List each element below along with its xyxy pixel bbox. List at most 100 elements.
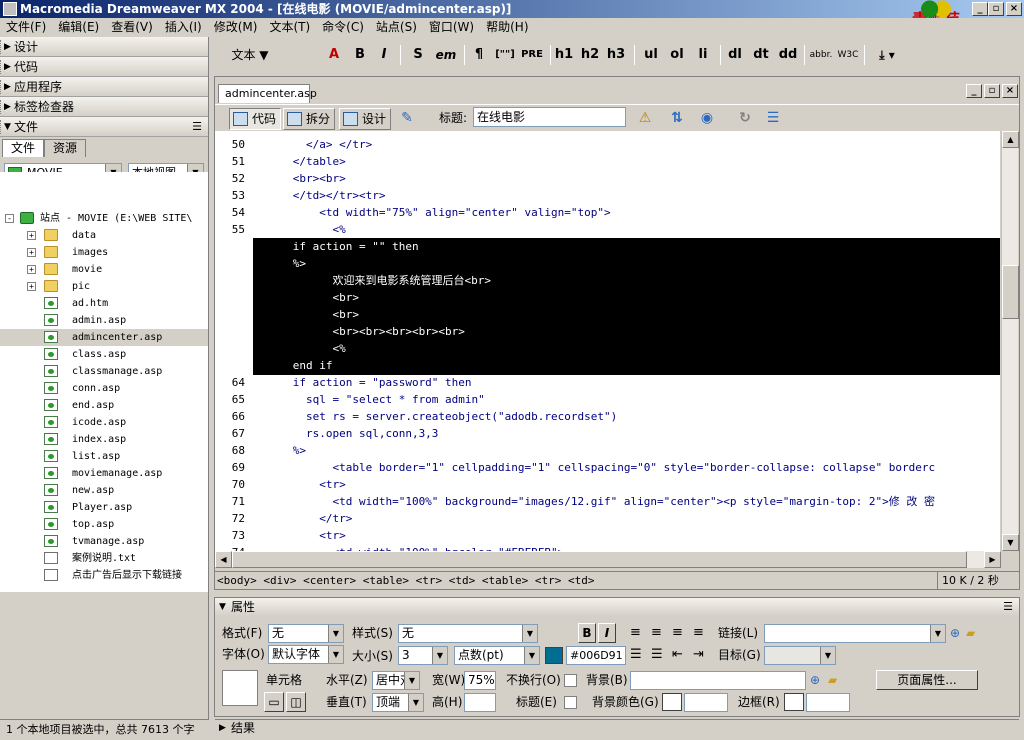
tree-item[interactable]: 案例说明.txt <box>0 550 208 567</box>
tree-item[interactable]: class.asp <box>0 346 208 363</box>
hscroll-thumb[interactable] <box>232 551 967 568</box>
border-color-swatch[interactable] <box>784 693 804 711</box>
menu-window[interactable]: 窗口(W) <box>423 18 480 37</box>
panel-options-icon[interactable]: ☰ <box>192 117 202 137</box>
document-tab[interactable]: admincenter.asp <box>218 84 317 103</box>
expand-icon[interactable]: + <box>27 282 36 291</box>
align-left-icon[interactable]: ≡ <box>630 623 641 643</box>
text-color-input[interactable]: #006D91 <box>566 646 626 665</box>
ordered-list-icon[interactable]: ☰ <box>651 645 663 665</box>
vertical-scrollbar[interactable]: ▲ ▼ <box>1001 131 1019 551</box>
panel-tag-inspector[interactable]: ▶ 标签检查器 <box>0 97 208 117</box>
link-input[interactable]: ▼ <box>764 624 946 643</box>
panel-files[interactable]: ▼ 文件 ☰ <box>0 117 208 137</box>
tree-item[interactable]: admin.asp <box>0 312 208 329</box>
tree-item[interactable]: end.asp <box>0 397 208 414</box>
tree-item[interactable]: 点击广告后显示下载链接 <box>0 567 208 584</box>
bold-button[interactable]: B <box>350 44 370 66</box>
panel-options-icon[interactable]: ☰ <box>1003 598 1013 616</box>
menu-text[interactable]: 文本(T) <box>263 18 316 37</box>
menu-help[interactable]: 帮助(H) <box>480 18 534 37</box>
bgcolor-input[interactable] <box>684 693 728 712</box>
vert-select[interactable]: 顶端 ▼ <box>372 693 424 712</box>
tag-selector-path[interactable]: <body> <div> <center> <table> <tr> <td> … <box>217 574 595 587</box>
indent-icon[interactable]: ⇥ <box>693 645 704 665</box>
doc-restore-button[interactable]: ▫ <box>984 84 1000 98</box>
doc-close-button[interactable]: × <box>1002 84 1018 98</box>
tree-item[interactable]: + images <box>0 244 208 261</box>
code-line[interactable]: </table> <box>253 153 1000 170</box>
menu-file[interactable]: 文件(F) <box>0 18 52 37</box>
toolbar-category-select[interactable]: 文本 ▼ <box>228 44 272 66</box>
tab-files[interactable]: 文件 <box>2 139 45 157</box>
close-button[interactable]: × <box>1006 2 1022 16</box>
code-line[interactable]: 欢迎来到电影系统管理后台<br> <box>253 272 1000 289</box>
split-view-button[interactable]: 拆分 <box>283 108 336 130</box>
refresh-design-icon[interactable]: ↻ <box>735 108 755 128</box>
height-input[interactable] <box>464 693 496 712</box>
size-select[interactable]: 3 ▼ <box>398 646 448 665</box>
dt-button[interactable]: dt <box>752 44 770 66</box>
style-select[interactable]: 无 ▼ <box>398 624 538 643</box>
collapse-icon[interactable]: - <box>5 214 14 223</box>
code-line[interactable]: %> <box>253 442 1000 459</box>
scroll-down-icon[interactable]: ▼ <box>1002 534 1019 551</box>
tree-item[interactable]: ad.htm <box>0 295 208 312</box>
menu-modify[interactable]: 修改(M) <box>208 18 264 37</box>
tree-item[interactable]: conn.asp <box>0 380 208 397</box>
file-management-icon[interactable]: ⇅ <box>667 108 687 128</box>
unordered-list-icon[interactable]: ☰ <box>630 645 642 665</box>
point-to-file-icon[interactable]: ⊕ <box>810 670 820 690</box>
code-view-button[interactable]: 代码 <box>229 108 282 130</box>
panel-code[interactable]: ▶ 代码 <box>0 57 208 77</box>
code-line[interactable]: %> <box>253 255 1000 272</box>
code-line[interactable]: <br><br> <box>253 170 1000 187</box>
code-line[interactable]: <td width="100%" background="images/12.g… <box>253 493 1000 510</box>
horizontal-scrollbar[interactable]: ◀ ▶ <box>215 551 1001 568</box>
results-panel-header[interactable]: ▶ 结果 <box>215 719 1019 737</box>
doc-minimize-button[interactable]: _ <box>966 84 982 98</box>
point-to-file-icon[interactable]: ⊕ <box>950 623 960 643</box>
menu-site[interactable]: 站点(S) <box>370 18 423 37</box>
properties-header[interactable]: ▼ 属性 ☰ <box>215 598 1019 616</box>
align-center-icon[interactable]: ≡ <box>651 623 662 643</box>
italic-button[interactable]: I <box>598 623 616 643</box>
pre-button[interactable]: PRE <box>520 44 544 66</box>
em-button[interactable]: em <box>434 44 458 66</box>
tree-item[interactable]: list.asp <box>0 448 208 465</box>
align-right-icon[interactable]: ≡ <box>672 623 683 643</box>
code-line[interactable]: set rs = server.createobject("adodb.reco… <box>253 408 1000 425</box>
strong-button[interactable]: S <box>408 44 428 66</box>
bgcolor-swatch[interactable] <box>662 693 682 711</box>
design-view-button[interactable]: 设计 <box>339 108 392 130</box>
outdent-icon[interactable]: ⇤ <box>672 645 683 665</box>
expand-icon[interactable]: + <box>27 265 36 274</box>
dd-button[interactable]: dd <box>778 44 798 66</box>
live-data-icon[interactable]: ✎ <box>397 108 417 128</box>
code-line[interactable]: rs.open sql,conn,3,3 <box>253 425 1000 442</box>
view-options-icon[interactable]: ☰ <box>763 108 783 128</box>
scroll-right-icon[interactable]: ▶ <box>984 551 1001 568</box>
tree-item[interactable]: new.asp <box>0 482 208 499</box>
header-checkbox[interactable] <box>564 696 577 709</box>
tree-root[interactable]: - 站点 - MOVIE (E:\WEB SITE\ <box>0 210 208 227</box>
abbr-button[interactable]: abbr. <box>808 44 834 66</box>
characters-dropdown[interactable]: ⤓ ▾ <box>870 44 904 66</box>
font-select[interactable]: 默认字体 ▼ <box>268 645 344 664</box>
blockquote-button[interactable]: [""] <box>492 44 518 66</box>
scroll-thumb[interactable] <box>1002 265 1019 319</box>
code-line[interactable]: <td width="75%" align="center" valign="t… <box>253 204 1000 221</box>
code-line[interactable]: </tr> <box>253 510 1000 527</box>
justify-icon[interactable]: ≡ <box>693 623 704 643</box>
code-line[interactable]: <br> <box>253 306 1000 323</box>
unit-select[interactable]: 点数(pt) ▼ <box>454 646 540 665</box>
bg-image-input[interactable] <box>630 671 806 690</box>
h2-button[interactable]: h2 <box>580 44 600 66</box>
h1-button[interactable]: h1 <box>554 44 574 66</box>
menu-commands[interactable]: 命令(C) <box>316 18 370 37</box>
restore-button[interactable]: ▫ <box>988 2 1004 16</box>
minimize-button[interactable]: _ <box>972 2 988 16</box>
browse-folder-icon[interactable]: ▰ <box>828 670 837 690</box>
browse-folder-icon[interactable]: ▰ <box>966 623 975 643</box>
target-select[interactable]: ▼ <box>764 646 836 665</box>
